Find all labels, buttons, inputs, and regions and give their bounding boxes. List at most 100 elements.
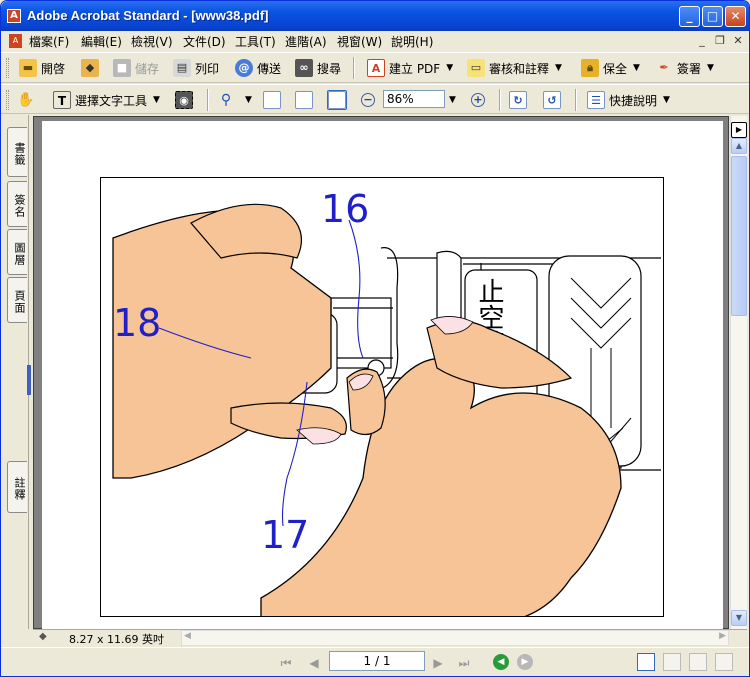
toolbar-separator xyxy=(499,89,501,111)
tab-comments[interactable]: 註釋 xyxy=(7,461,27,513)
secure-label: 保全 xyxy=(603,61,628,76)
options-arrow-icon[interactable]: ▶ xyxy=(731,122,747,138)
scroll-down-button[interactable]: ▼ xyxy=(731,610,747,626)
actual-size-button[interactable] xyxy=(263,90,285,110)
expand-arrows-icon[interactable]: ◆ xyxy=(39,631,47,642)
select-text-tool-button[interactable]: T 選擇文字工具 ▼ xyxy=(53,90,160,110)
minimize-button[interactable]: _ xyxy=(679,6,700,27)
menu-help[interactable]: 說明(H) xyxy=(391,33,433,50)
panel-resize-handle[interactable] xyxy=(27,365,31,395)
open-button[interactable]: ▬ 開啓 xyxy=(19,58,65,78)
zoom-dropdown-button[interactable]: ▼ xyxy=(449,90,456,110)
rotate-clockwise-button[interactable]: ↻ xyxy=(509,90,531,110)
dropdown-arrow-icon[interactable]: ▼ xyxy=(707,63,714,73)
how-to-button[interactable]: ☰ 快捷說明 ▼ xyxy=(587,90,670,110)
organizer-icon: ◆ xyxy=(81,59,99,77)
next-page-button[interactable]: ▶ xyxy=(429,656,447,670)
print-button[interactable]: ▤ 列印 xyxy=(173,58,219,78)
dropdown-arrow-icon[interactable]: ▼ xyxy=(663,95,670,105)
document-icon[interactable]: A xyxy=(9,34,22,48)
zoom-input[interactable]: 86% xyxy=(383,90,445,108)
acrobat-icon: A xyxy=(7,9,21,23)
close-button[interactable]: ✕ xyxy=(725,6,746,27)
sign-button[interactable]: ✒ 簽署 ▼ xyxy=(655,58,714,78)
toolbar-separator xyxy=(207,89,209,111)
menu-edit[interactable]: 編輯(E) xyxy=(81,33,122,50)
hand-tool-button[interactable]: ✋ xyxy=(17,90,39,110)
page-size-label: 8.27 x 11.69 英吋 xyxy=(69,633,164,646)
facing-view-button[interactable] xyxy=(689,653,707,671)
dropdown-arrow-icon[interactable]: ▼ xyxy=(633,63,640,73)
send-button[interactable]: @ 傳送 xyxy=(235,58,281,78)
sign-label: 簽署 xyxy=(677,61,702,76)
search-button[interactable]: ∞ 搜尋 xyxy=(295,58,341,78)
fit-page-icon xyxy=(295,91,313,109)
menu-window[interactable]: 視窗(W) xyxy=(337,33,382,50)
scroll-up-button[interactable]: ▲ xyxy=(731,138,747,154)
menu-document[interactable]: 文件(D) xyxy=(183,33,226,50)
menu-file[interactable]: 檔案(F) xyxy=(29,33,69,50)
fit-page-button[interactable] xyxy=(295,90,317,110)
rotate-clockwise-icon: ↻ xyxy=(509,91,527,109)
callout-18: 18 xyxy=(113,301,161,345)
last-page-button[interactable]: ⏭ xyxy=(455,656,473,671)
save-button[interactable]: ■ 儲存 xyxy=(113,58,159,78)
zoom-in-button[interactable]: + xyxy=(471,90,489,110)
status-bar: ◆ 8.27 x 11.69 英吋 ◀ ▶ xyxy=(33,629,747,646)
dropdown-arrow-icon[interactable]: ▼ xyxy=(446,63,453,73)
dropdown-arrow-icon[interactable]: ▼ xyxy=(245,95,252,105)
tab-layers[interactable]: 圖層 xyxy=(7,229,27,275)
create-pdf-label: 建立 PDF xyxy=(389,61,441,76)
hands-chuck-drawing: 止空轉 16 18 17 xyxy=(112,187,661,616)
tab-bookmarks[interactable]: 書籤 xyxy=(7,127,27,177)
rotate-counterclockwise-icon: ↺ xyxy=(543,91,561,109)
snapshot-tool-button[interactable]: ◉ xyxy=(175,90,197,110)
secure-button[interactable]: 🔒︎ 保全 ▼ xyxy=(581,58,640,78)
single-page-view-button[interactable] xyxy=(637,653,655,671)
menu-advanced[interactable]: 進階(A) xyxy=(285,33,327,50)
minus-circle-icon: − xyxy=(361,93,375,107)
fit-width-button[interactable] xyxy=(327,90,347,110)
zoom-out-button[interactable]: − xyxy=(361,90,379,110)
toolbar-grip[interactable] xyxy=(6,90,9,110)
create-pdf-button[interactable]: A 建立 PDF ▼ xyxy=(367,58,453,78)
vertical-scroll-thumb[interactable] xyxy=(731,156,747,316)
previous-page-button[interactable]: ◀ xyxy=(305,656,323,670)
doc-minimize-button[interactable]: _ xyxy=(695,34,709,47)
doc-close-button[interactable]: ✕ xyxy=(731,34,745,47)
callout-17: 17 xyxy=(261,513,309,557)
title-bar[interactable]: A Adobe Acrobat Standard - [www38.pdf] _… xyxy=(1,1,749,31)
doc-restore-button[interactable]: ❐ xyxy=(713,34,727,47)
dropdown-arrow-icon[interactable]: ▼ xyxy=(153,95,160,105)
first-page-button[interactable]: ⏮ xyxy=(277,656,295,671)
maximize-button[interactable]: □ xyxy=(702,6,723,27)
continuous-view-button[interactable] xyxy=(663,653,681,671)
magnifier-icon: ⚲ xyxy=(220,92,232,108)
tab-signatures[interactable]: 簽名 xyxy=(7,181,27,227)
continuous-facing-view-button[interactable] xyxy=(715,653,733,671)
horizontal-scrollbar[interactable]: ◀ ▶ xyxy=(181,630,729,646)
toolbar-grip[interactable] xyxy=(6,58,9,78)
scroll-left-button[interactable]: ◀ xyxy=(184,631,191,641)
tab-pages[interactable]: 頁面 xyxy=(7,277,27,323)
file-toolbar: ▬ 開啓 ◆ ■ 儲存 ▤ 列印 @ 傳送 ∞ 搜尋 A 建立 PDF ▼ ▭ xyxy=(1,52,749,83)
fit-width-icon xyxy=(328,91,346,109)
menu-view[interactable]: 檢視(V) xyxy=(131,33,173,50)
zoom-in-tool-button[interactable]: ⚲ ▼ xyxy=(217,90,252,110)
instruction-illustration: 止空轉 16 18 17 xyxy=(100,177,664,617)
go-back-icon[interactable]: ◀ xyxy=(493,654,509,670)
printer-icon: ▤ xyxy=(173,59,191,77)
menu-tools[interactable]: 工具(T) xyxy=(235,33,276,50)
scroll-right-button[interactable]: ▶ xyxy=(719,631,726,641)
vertical-scrollbar[interactable]: ▶ ▲ ▼ xyxy=(730,116,747,629)
review-comment-button[interactable]: ▭ 審核和註釋 ▼ xyxy=(467,58,562,78)
rotate-counterclockwise-button[interactable]: ↺ xyxy=(543,90,565,110)
organizer-button[interactable]: ◆ xyxy=(81,58,103,78)
acrobat-window: A Adobe Acrobat Standard - [www38.pdf] _… xyxy=(0,0,750,677)
dropdown-arrow-icon[interactable]: ▼ xyxy=(555,63,562,73)
document-pane[interactable]: 止空轉 16 18 17 xyxy=(33,116,729,641)
window-title: Adobe Acrobat Standard - [www38.pdf] xyxy=(27,8,269,23)
page-number-field[interactable]: 1 / 1 xyxy=(329,651,425,671)
pen-icon: ✒ xyxy=(659,61,669,74)
go-forward-icon[interactable]: ▶ xyxy=(517,654,533,670)
